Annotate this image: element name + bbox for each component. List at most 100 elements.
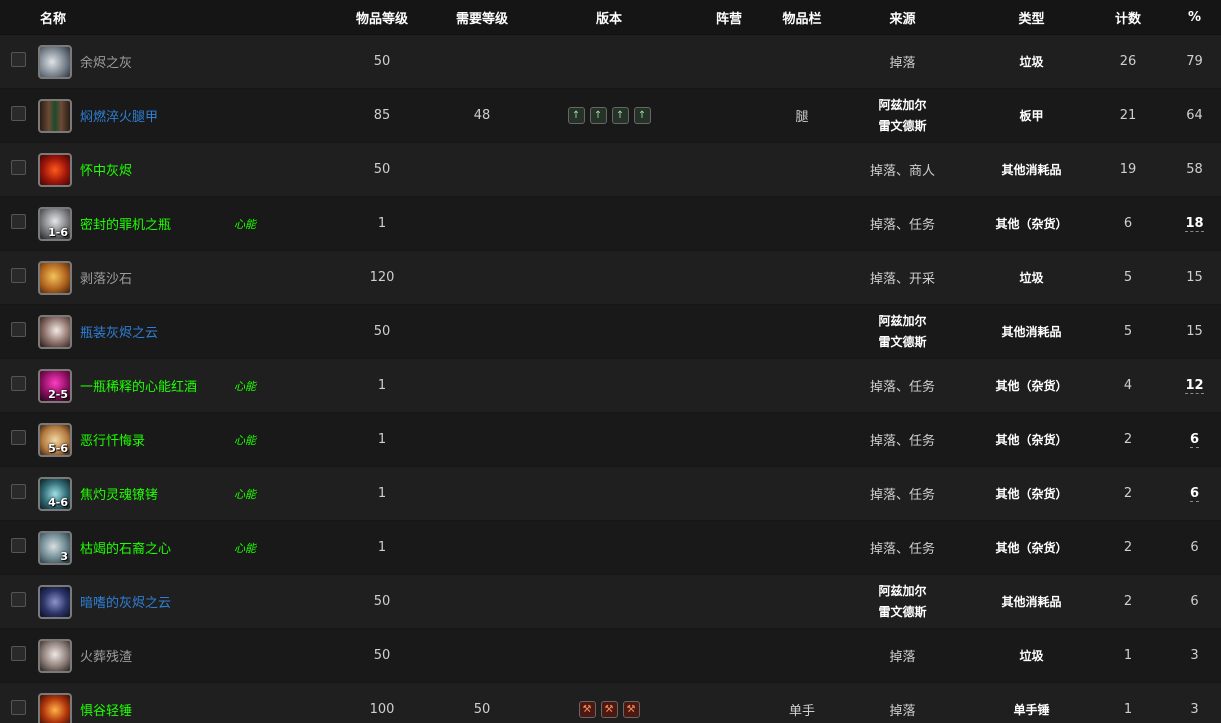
header-source[interactable]: 来源: [830, 0, 976, 35]
row-checkbox-cell[interactable]: [0, 250, 34, 305]
item-name-link[interactable]: 余烬之灰: [80, 52, 132, 71]
version-green-icon[interactable]: ↑: [589, 107, 607, 124]
row-checkbox-cell[interactable]: [0, 520, 34, 575]
row-checkbox[interactable]: [10, 592, 26, 607]
type-cell[interactable]: 其他消耗品: [975, 142, 1089, 197]
item-name-link[interactable]: 恶行忏悔录: [80, 430, 145, 449]
scroll-icon[interactable]: 5-6: [38, 422, 72, 457]
item-name-link[interactable]: 火葬残渣: [80, 646, 132, 665]
type-cell[interactable]: 单手锤: [975, 682, 1089, 723]
table-row[interactable]: 3 枯竭的石裔之心 心能 1 掉落、任务 其他（杂货） 2 6: [0, 520, 1221, 575]
ash-icon[interactable]: [38, 44, 72, 79]
item-name-link[interactable]: 焦灼灵魂镣铐: [80, 484, 158, 503]
ember-icon[interactable]: [38, 152, 72, 187]
table-row[interactable]: 剥落沙石 120 掉落、开采 垃圾 5 15: [0, 250, 1221, 305]
type-cell[interactable]: 其他（杂货）: [975, 358, 1089, 413]
row-checkbox-cell[interactable]: [0, 628, 34, 683]
row-checkbox[interactable]: [10, 646, 26, 661]
wine-bottle-icon[interactable]: 2-5: [38, 368, 72, 403]
row-checkbox-cell[interactable]: [0, 304, 34, 359]
type-cell[interactable]: 其他（杂货）: [975, 466, 1089, 521]
table-row[interactable]: 怀中灰烬 50 掉落、商人 其他消耗品 19 58: [0, 142, 1221, 197]
flask-icon[interactable]: 1-6: [38, 206, 72, 241]
type-cell[interactable]: 其他消耗品: [975, 304, 1089, 359]
version-green-icon[interactable]: ↑: [567, 107, 585, 124]
item-name-link[interactable]: 密封的罪机之瓶: [80, 214, 171, 233]
header-type[interactable]: 类型: [975, 0, 1089, 35]
item-name-link[interactable]: 怀中灰烬: [80, 160, 132, 179]
type-cell[interactable]: 板甲: [975, 88, 1089, 143]
remains-icon[interactable]: [38, 638, 72, 673]
type-cell[interactable]: 其他（杂货）: [975, 520, 1089, 575]
header-ilvl[interactable]: 物品等级: [334, 0, 431, 35]
row-checkbox-cell[interactable]: [0, 358, 34, 413]
source-zone[interactable]: 雷文德斯: [830, 602, 975, 623]
type-cell[interactable]: 垃圾: [975, 250, 1089, 305]
source-zone[interactable]: 雷文德斯: [830, 332, 975, 353]
type-cell[interactable]: 其他消耗品: [975, 574, 1089, 629]
row-checkbox[interactable]: [10, 106, 26, 121]
type-cell[interactable]: 其他（杂货）: [975, 196, 1089, 251]
version-red-icon[interactable]: ⚒: [600, 701, 618, 718]
row-checkbox-cell[interactable]: [0, 412, 34, 467]
leg-armor-icon[interactable]: [38, 98, 72, 133]
version-red-icon[interactable]: ⚒: [622, 701, 640, 718]
header-name[interactable]: 名称: [0, 0, 235, 35]
type-cell[interactable]: 垃圾: [975, 628, 1089, 683]
row-checkbox-cell[interactable]: [0, 682, 34, 723]
row-checkbox[interactable]: [10, 484, 26, 499]
item-name-link[interactable]: 焖燃淬火腿甲: [80, 106, 158, 125]
hammer-icon[interactable]: [38, 692, 72, 723]
row-checkbox[interactable]: [10, 538, 26, 553]
source-zone[interactable]: 雷文德斯: [830, 116, 975, 137]
item-name-link[interactable]: 瓶装灰烬之云: [80, 322, 158, 341]
table-row[interactable]: 焖燃淬火腿甲 85 48 ↑ ↑ ↑ ↑ 腿 阿兹加尔 雷文德斯 板甲 21 64: [0, 88, 1221, 143]
item-name-link[interactable]: 一瓶稀释的心能红酒: [80, 376, 197, 395]
item-name-link[interactable]: 惧谷轻锤: [80, 700, 132, 719]
source-zone[interactable]: 阿兹加尔: [830, 95, 975, 116]
row-checkbox-cell[interactable]: [0, 88, 34, 143]
version-red-icon[interactable]: ⚒: [578, 701, 596, 718]
type-cell[interactable]: 垃圾: [975, 34, 1089, 89]
table-row[interactable]: 惧谷轻锤 100 50 ⚒ ⚒ ⚒ 单手 掉落 单手锤 1 3: [0, 682, 1221, 723]
row-checkbox[interactable]: [10, 376, 26, 391]
version-green-icon[interactable]: ↑: [633, 107, 651, 124]
stone-heart-icon[interactable]: 3: [38, 530, 72, 565]
bottled-cloud-icon[interactable]: [38, 314, 72, 349]
sandstone-icon[interactable]: [38, 260, 72, 295]
row-checkbox-cell[interactable]: [0, 142, 34, 197]
table-row[interactable]: 5-6 恶行忏悔录 心能 1 掉落、任务 其他（杂货） 2 6: [0, 412, 1221, 467]
source-zone[interactable]: 阿兹加尔: [830, 311, 975, 332]
source-zone[interactable]: 阿兹加尔: [830, 581, 975, 602]
row-checkbox[interactable]: [10, 430, 26, 445]
row-checkbox-cell[interactable]: [0, 34, 34, 89]
row-checkbox[interactable]: [10, 160, 26, 175]
table-row[interactable]: 暗嗜的灰烬之云 50 阿兹加尔 雷文德斯 其他消耗品 2 6: [0, 574, 1221, 629]
item-name-link[interactable]: 剥落沙石: [80, 268, 132, 287]
row-checkbox[interactable]: [10, 322, 26, 337]
row-checkbox[interactable]: [10, 268, 26, 283]
row-checkbox-cell[interactable]: [0, 196, 34, 251]
type-cell[interactable]: 其他（杂货）: [975, 412, 1089, 467]
table-row[interactable]: 瓶装灰烬之云 50 阿兹加尔 雷文德斯 其他消耗品 5 15: [0, 304, 1221, 359]
row-checkbox-cell[interactable]: [0, 466, 34, 521]
version-green-icon[interactable]: ↑: [611, 107, 629, 124]
table-row[interactable]: 1-6 密封的罪机之瓶 心能 1 掉落、任务 其他（杂货） 6 18: [0, 196, 1221, 251]
row-checkbox-cell[interactable]: [0, 574, 34, 629]
row-checkbox[interactable]: [10, 214, 26, 229]
shackle-icon[interactable]: 4-6: [38, 476, 72, 511]
header-count[interactable]: 计数: [1088, 0, 1169, 35]
header-pct[interactable]: %: [1168, 0, 1221, 35]
header-faction[interactable]: 阵营: [684, 0, 775, 35]
row-checkbox[interactable]: [10, 52, 26, 67]
header-reqlvl[interactable]: 需要等级: [430, 0, 535, 35]
item-name-link[interactable]: 枯竭的石裔之心: [80, 538, 171, 557]
header-version[interactable]: 版本: [534, 0, 685, 35]
dark-cloud-icon[interactable]: [38, 584, 72, 619]
table-row[interactable]: 4-6 焦灼灵魂镣铐 心能 1 掉落、任务 其他（杂货） 2 6: [0, 466, 1221, 521]
table-row[interactable]: 余烬之灰 50 掉落 垃圾 26 79: [0, 34, 1221, 89]
table-row[interactable]: 火葬残渣 50 掉落 垃圾 1 3: [0, 628, 1221, 683]
item-name-link[interactable]: 暗嗜的灰烬之云: [80, 592, 171, 611]
table-row[interactable]: 2-5 一瓶稀释的心能红酒 心能 1 掉落、任务 其他（杂货） 4 12: [0, 358, 1221, 413]
header-slot[interactable]: 物品栏: [774, 0, 831, 35]
